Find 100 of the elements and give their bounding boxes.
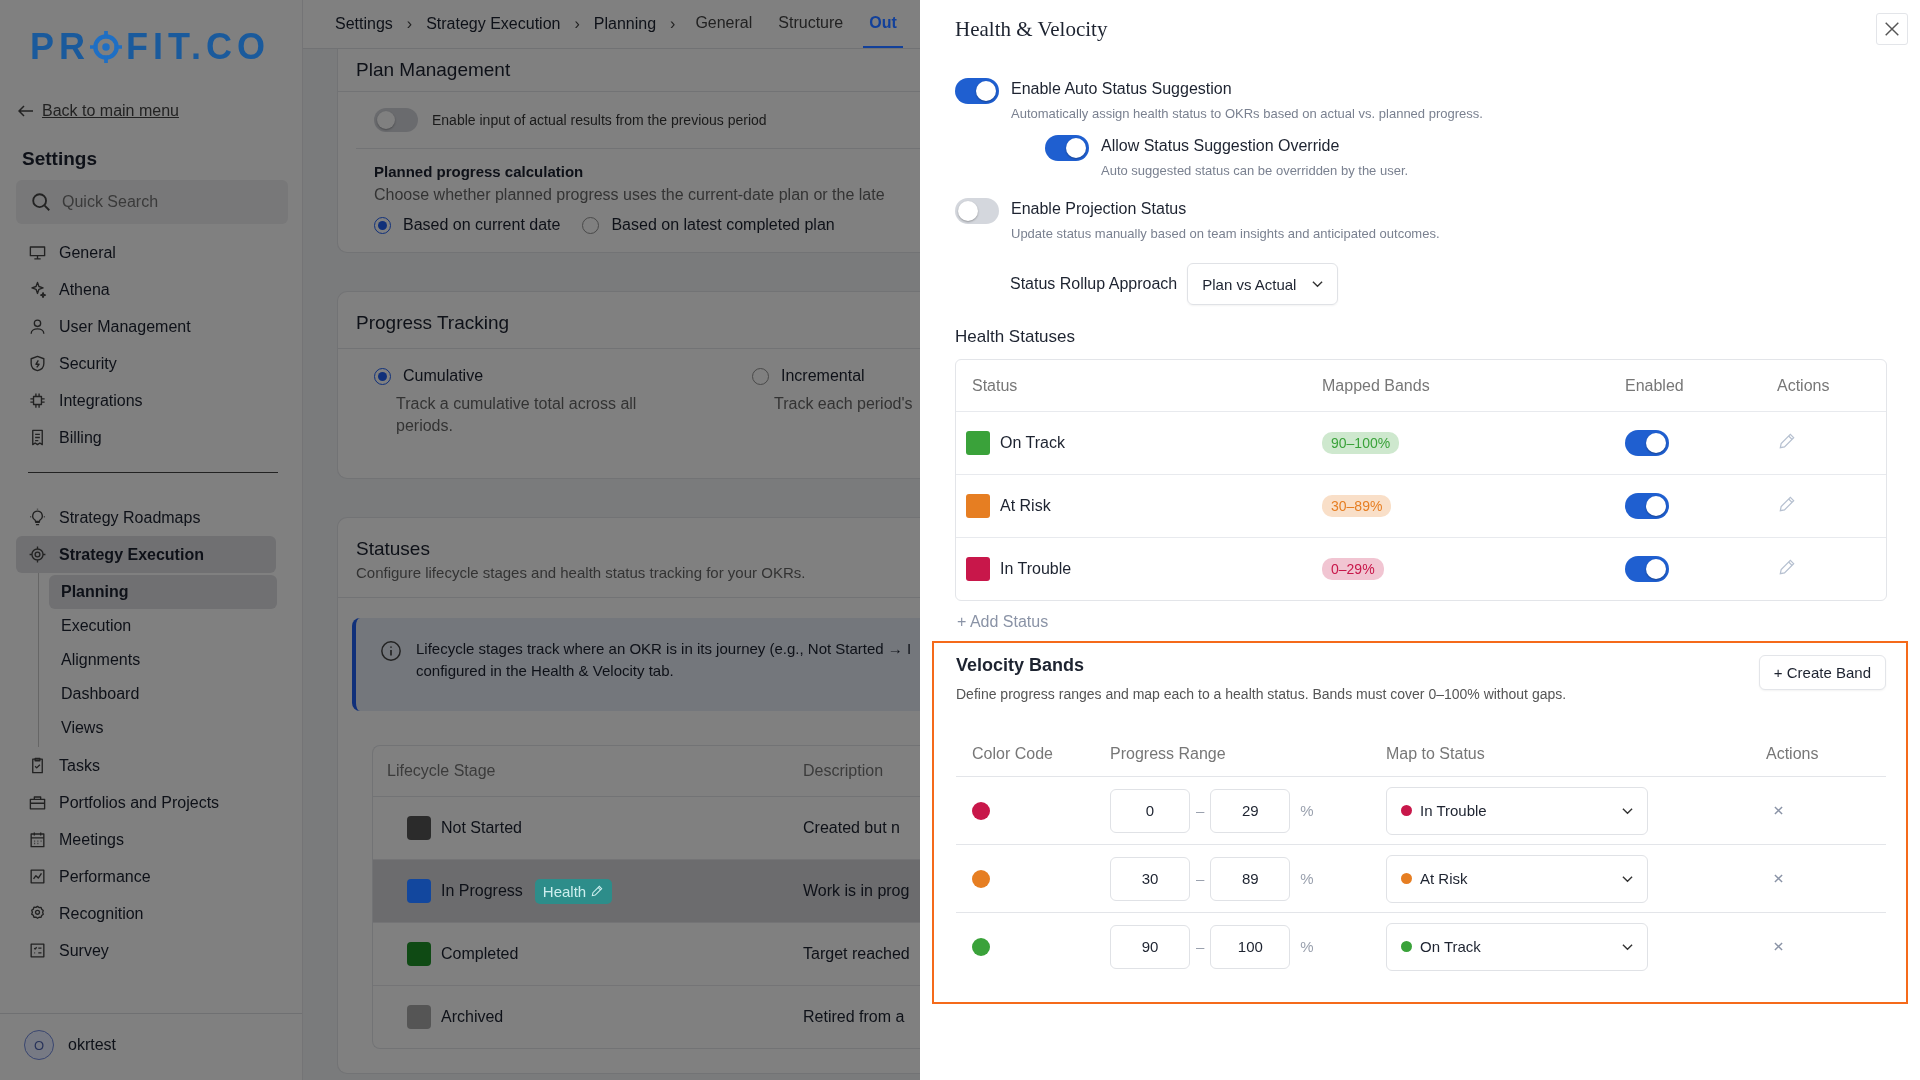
color-dot[interactable] xyxy=(972,801,990,820)
nav-item[interactable]: Integrations xyxy=(16,382,276,419)
nav-item[interactable]: Strategy Roadmaps xyxy=(16,499,276,536)
toggle-switch[interactable] xyxy=(1625,493,1669,519)
profit-logo: PR FIT.CO xyxy=(30,26,270,68)
info-icon xyxy=(380,639,402,662)
subnav-item[interactable]: Execution xyxy=(49,609,277,643)
radio-option[interactable]: Based on current date xyxy=(374,216,561,234)
remove-icon[interactable] xyxy=(1774,942,1783,951)
edit-icon[interactable] xyxy=(1777,494,1797,514)
user-icon xyxy=(28,317,47,336)
toggle-switch[interactable] xyxy=(374,108,418,132)
nav-item[interactable]: Billing xyxy=(16,419,276,456)
add-status-link[interactable]: + Add Status xyxy=(957,613,1908,631)
radio-option[interactable]: Cumulative xyxy=(374,367,752,385)
subnav-item[interactable]: Views xyxy=(49,711,277,745)
subnav-item[interactable]: Dashboard xyxy=(49,677,277,711)
color-dot[interactable] xyxy=(972,937,990,956)
nav-item[interactable]: Security xyxy=(16,345,276,382)
user-avatar[interactable]: O xyxy=(24,1030,54,1060)
table-cell: Target reached xyxy=(803,945,910,964)
breadcrumb-link[interactable]: Strategy Execution xyxy=(426,15,561,33)
health-tag[interactable]: Health xyxy=(534,878,613,904)
nav-item[interactable]: Athena xyxy=(16,271,276,308)
card-title: Plan Management xyxy=(338,49,920,92)
shield-icon xyxy=(28,354,47,373)
nav-item[interactable]: Meetings xyxy=(16,821,276,858)
range-end-input[interactable]: 29 xyxy=(1210,788,1291,833)
lightbulb-icon xyxy=(28,508,47,527)
range-end-input[interactable]: 100 xyxy=(1210,924,1291,969)
column-header: Map to Status xyxy=(1386,745,1486,763)
nav-item[interactable]: Recognition xyxy=(16,895,276,932)
range-start-input[interactable]: 30 xyxy=(1110,856,1190,901)
chip-icon xyxy=(28,391,47,410)
toggle-switch[interactable] xyxy=(1045,135,1089,161)
column-header: Lifecycle Stage xyxy=(386,762,497,781)
range-end-input[interactable]: 89 xyxy=(1210,856,1291,901)
nav-item[interactable]: Portfolios and Projects xyxy=(16,784,276,821)
back-arrow-icon[interactable] xyxy=(18,105,34,117)
toggle-switch[interactable] xyxy=(955,198,999,224)
info-text: Lifecycle stages track where an OKR is in its journey (e.g., Not Started → I configured in the Health & Velocity tab. xyxy=(416,638,912,681)
back-link[interactable]: Back to main menu xyxy=(42,102,179,120)
toggle-switch[interactable] xyxy=(1625,556,1669,582)
table-cell: Retired from a xyxy=(803,1008,905,1027)
column-header: Actions xyxy=(1777,376,1831,395)
subnav-item[interactable]: Planning xyxy=(49,575,277,609)
section-description: Choose whether planned progress uses the current-date plan or the late xyxy=(374,186,884,204)
chevron-down-icon xyxy=(1312,280,1324,288)
color-dot[interactable] xyxy=(972,869,990,888)
close-button[interactable] xyxy=(1876,13,1908,45)
remove-icon[interactable] xyxy=(1774,874,1783,883)
settings-heading: Settings xyxy=(22,148,98,170)
target-icon xyxy=(28,545,47,564)
breadcrumb-separator: › xyxy=(670,15,676,33)
nav-item[interactable]: General xyxy=(16,234,276,271)
remove-icon[interactable] xyxy=(1774,806,1783,815)
breadcrumb-link[interactable]: Settings xyxy=(335,15,393,33)
subnav-item[interactable]: Alignments xyxy=(49,643,277,677)
option-description: Track each period's xyxy=(774,394,914,414)
tab[interactable]: General xyxy=(689,0,759,48)
calendar-icon xyxy=(28,830,47,849)
edit-icon[interactable] xyxy=(1777,431,1797,451)
nav-item[interactable]: Strategy Execution xyxy=(16,536,276,573)
rollup-select[interactable]: Plan vs Actual xyxy=(1187,263,1339,305)
breadcrumb-separator: › xyxy=(574,15,580,33)
toggle-label: Enable input of actual results from the previous period xyxy=(432,112,767,128)
table-cell: Created but n xyxy=(803,819,900,838)
range-start-input[interactable]: 0 xyxy=(1110,788,1190,833)
chevron-down-icon xyxy=(1622,942,1633,951)
status-select[interactable]: In Trouble xyxy=(1386,786,1648,835)
nav-item[interactable]: Tasks xyxy=(16,747,276,784)
band-tag: 90–100% xyxy=(1322,432,1400,454)
nav-item[interactable]: Survey xyxy=(16,932,276,969)
column-header: Description xyxy=(803,762,884,781)
checklist-icon xyxy=(28,941,47,960)
stage-name: Completed xyxy=(441,945,519,964)
setting-label: Enable Projection Status xyxy=(1011,200,1188,218)
option-description: Track a cumulative total across all periods. xyxy=(396,394,638,437)
status-select[interactable]: At Risk xyxy=(1386,854,1648,903)
column-header: Enabled xyxy=(1625,376,1685,395)
section-title: Health Statuses xyxy=(955,327,1076,347)
status-select[interactable]: On Track xyxy=(1386,922,1648,971)
search-field[interactable]: Quick Search xyxy=(16,180,288,224)
radio-option[interactable]: Incremental xyxy=(752,367,920,385)
edit-icon[interactable] xyxy=(1777,557,1797,577)
column-header: Status xyxy=(972,376,1019,395)
toggle-switch[interactable] xyxy=(1625,430,1669,456)
toggle-switch[interactable] xyxy=(955,78,999,104)
nav-item[interactable]: User Management xyxy=(16,308,276,345)
stage-name: Archived xyxy=(441,1008,504,1027)
create-band-button[interactable]: + Create Band xyxy=(1758,655,1886,690)
range-start-input[interactable]: 90 xyxy=(1110,924,1190,969)
radio-option[interactable]: Based on latest completed plan xyxy=(582,216,835,234)
card-title: Progress Tracking xyxy=(338,292,920,349)
percent-unit: % xyxy=(1300,938,1314,955)
briefcase-icon xyxy=(28,793,47,812)
tab[interactable]: Structure xyxy=(772,0,850,48)
range-separator: – xyxy=(1196,870,1205,887)
breadcrumb-link[interactable]: Planning xyxy=(593,15,657,33)
nav-item[interactable]: Performance xyxy=(16,858,276,895)
